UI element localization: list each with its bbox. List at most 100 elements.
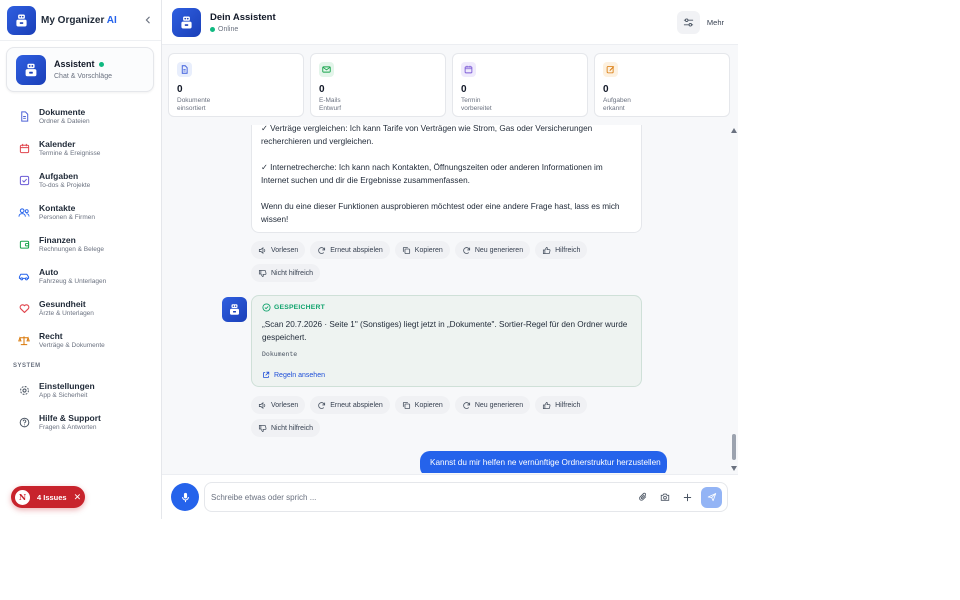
saved-message-text: „Scan 20.7.2026 · Seite 1" (Sonstiges) l… [262,320,628,342]
message-actions: Vorlesen Erneut abspielen Kopieren Neu g… [251,396,651,437]
button-label: Vorlesen [271,246,299,254]
helpful-button[interactable]: Hilfreich [535,241,588,259]
send-button[interactable] [701,486,722,508]
external-link-icon [263,371,270,378]
more-button[interactable]: Mehr [707,18,724,27]
button-label: Erneut abspielen [330,401,383,409]
button-label: Kopieren [414,401,443,409]
sidebar-item-label: Hilfe & Support [39,413,101,423]
paperclip-icon [639,492,647,501]
sidebar-item-label: Kalender [39,139,76,149]
voice-input-button[interactable] [171,483,199,511]
not-helpful-button[interactable]: Nicht hilfreich [251,419,321,437]
sidebar-item-einstellungen[interactable]: Einstellungen App & Sicherheit [0,374,161,406]
sidebar-item-gesundheit[interactable]: Gesundheit Ärzte & Unterlagen [0,292,161,324]
scroll-down-arrow-icon[interactable] [731,466,737,471]
user-message: Kannst du mir helfen ne vernünftige Ordn… [420,451,667,473]
speaker-icon [258,401,266,409]
chevron-left-icon [145,16,150,24]
robot-icon [230,304,239,315]
read-aloud-button[interactable]: Vorlesen [251,396,306,414]
thumbs-down-icon [258,424,267,432]
settings-sliders-button[interactable] [676,10,700,34]
nav-section-system: SYSTEM [13,363,41,369]
message-input[interactable] [211,492,635,502]
sidebar-item-kalender[interactable]: Kalender Termine & Ereignisse [0,132,161,164]
robot-icon [25,63,37,76]
saved-tag: GESPEICHERT [262,303,631,312]
assistant-avatar [222,297,247,322]
copy-icon [402,246,410,254]
replay-button[interactable]: Erneut abspielen [310,241,390,259]
refresh-icon [463,246,470,254]
assistant-avatar [16,54,46,85]
regenerate-button[interactable]: Neu generieren [454,241,531,259]
sidebar: My Organizer AI Assistent Chat & Vorschl… [0,0,162,519]
view-rules-link[interactable]: Regeln ansehen [262,371,631,379]
brand-ai: AI [106,14,117,26]
sidebar-item-aufgaben[interactable]: Aufgaben To-dos & Projekte [0,164,161,196]
view-rules-label: Regeln ansehen [274,371,325,379]
sidebar-item-sub: Verträge & Dokumente [39,342,105,349]
sidebar-item-recht[interactable]: Recht Verträge & Dokumente [0,324,161,356]
speaker-icon [258,246,266,254]
chat-header: Dein Assistent Online Mehr [162,0,738,45]
calendar-icon [461,62,476,77]
button-label: Vorlesen [271,401,299,409]
helpful-button[interactable]: Hilfreich [535,396,588,414]
not-helpful-button[interactable]: Nicht hilfreich [251,264,321,282]
sidebar-item-sub: Fragen & Antworten [39,424,97,431]
stat-value: 0 [319,84,325,95]
copy-button[interactable]: Kopieren [394,396,450,414]
sidebar-item-dokumente[interactable]: Dokumente Ordner & Dateien [0,100,161,132]
car-icon [18,270,30,282]
refresh-icon [463,401,470,409]
app-brand: My Organizer AI [41,15,141,26]
sidebar-item-assistent[interactable]: Assistent Chat & Vorschläge [6,47,154,92]
stat-label: Aufgaben erkannt [603,97,631,112]
sidebar-item-sub: App & Sicherheit [39,392,88,399]
camera-button[interactable] [657,489,673,505]
regenerate-button[interactable]: Neu generieren [454,396,531,414]
contacts-icon [18,206,30,218]
robot-icon [181,16,192,28]
sidebar-item-finanzen[interactable]: Finanzen Rechnungen & Belege [0,228,161,260]
sidebar-item-hilfe[interactable]: Hilfe & Support Fragen & Antworten [0,406,161,438]
assistant-avatar [172,7,201,37]
stat-value: 0 [177,84,183,95]
read-aloud-button[interactable]: Vorlesen [251,241,306,259]
stat-label: Dokumente einsortiert [177,97,211,112]
scroll-up-arrow-icon[interactable] [731,128,737,133]
chat-scrollbar[interactable] [730,125,738,473]
sidebar-item-label: Dokumente [39,107,86,117]
thumbs-up-icon [543,401,551,409]
sidebar-item-label: Finanzen [39,235,76,245]
online-status-dot [98,61,104,67]
collapse-sidebar-button[interactable] [141,13,155,27]
stats-row: 0 Dokumente einsortiert 0 E-Mails Entwurf … [168,53,732,117]
sidebar-item-sub: Fahrzeug & Unterlagen [39,278,107,285]
sidebar-item-kontakte[interactable]: Kontakte Personen & Firmen [0,196,161,228]
scrollbar-thumb[interactable] [732,434,736,460]
check-circle-icon [262,303,271,312]
button-label: Neu generieren [474,401,524,409]
attach-button[interactable] [635,489,651,505]
close-icon[interactable]: ✕ [74,492,82,503]
saved-tag-label: GESPEICHERT [274,304,325,311]
stat-label: E-Mails Entwurf [319,97,342,112]
replay-button[interactable]: Erneut abspielen [310,396,390,414]
sliders-icon [683,17,693,27]
send-icon [707,493,716,502]
thumbs-down-icon [258,269,267,277]
help-icon [18,416,30,428]
sidebar-item-label: Kontakte [39,203,76,213]
copy-button[interactable]: Kopieren [394,241,450,259]
issues-badge-button[interactable]: N 4 Issues ✕ [11,486,85,508]
sidebar-item-label: Gesundheit [39,299,86,309]
stat-card-aufgaben: 0 Aufgaben erkannt [594,53,730,117]
stat-card-termin: 0 Termin vorbereitet [452,53,588,117]
add-button[interactable] [679,489,695,505]
sidebar-item-auto[interactable]: Auto Fahrzeug & Unterlagen [0,260,161,292]
button-label: Kopieren [414,246,443,254]
message-paragraph: ✓ Internetrecherche: Ich kann nach Konta… [261,163,603,185]
